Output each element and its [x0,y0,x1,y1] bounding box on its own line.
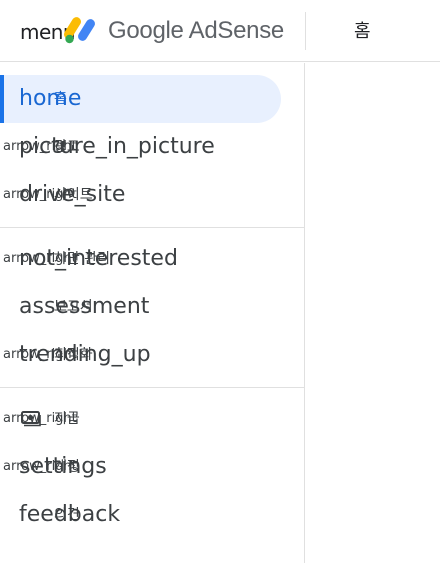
sidebar-item-label: 보고서 [54,299,93,315]
sidebar-item-payments[interactable]: arrow_right 지급 [0,395,281,443]
page-title: 홈 [354,21,371,42]
sidebar-item-account[interactable]: arrow_right settings 계정 [0,443,281,491]
home-icon: home [19,86,82,111]
sidebar-item-label: 지급 [54,411,80,427]
nav-divider [0,387,305,388]
brand-wordmark: Google AdSense [108,17,284,44]
sidebar-item-ads[interactable]: arrow_right picture_in_picture 광고 [0,123,281,171]
sidebar-item-label: 최적화 [54,347,93,363]
sidebar-item-reports[interactable]: assessment 보고서 [0,283,281,331]
sidebar-item-label: 홈 [54,91,67,107]
header-divider [305,12,306,50]
sidebar-nav: home 홈 arrow_right picture_in_picture 광고… [0,63,305,563]
sidebar-item-home[interactable]: home 홈 [0,75,281,123]
sidebar-item-label: 차단 관리 [54,251,110,267]
picture-in-picture-icon: picture_in_picture [19,134,215,159]
sidebar-item-optimization[interactable]: arrow_right trending_up 최적화 [0,331,281,379]
sidebar-item-sites[interactable]: arrow_right drive_site 사이트 [0,171,281,219]
nav-divider [0,227,305,228]
sidebar-item-label: 의견 [54,507,80,523]
sidebar-item-label: 계정 [54,459,80,475]
sidebar-item-label: 사이트 [54,187,93,203]
sidebar-item-feedback[interactable]: feedback 의견 [0,491,281,539]
sidebar-item-label: 광고 [54,139,80,155]
sidebar-item-blocking-controls[interactable]: arrow_right not_interested 차단 관리 [0,235,281,283]
adsense-logo-icon[interactable] [64,14,98,44]
top-app-bar: menu Google AdSense 홈 [0,0,440,62]
payments-icon [21,411,41,427]
